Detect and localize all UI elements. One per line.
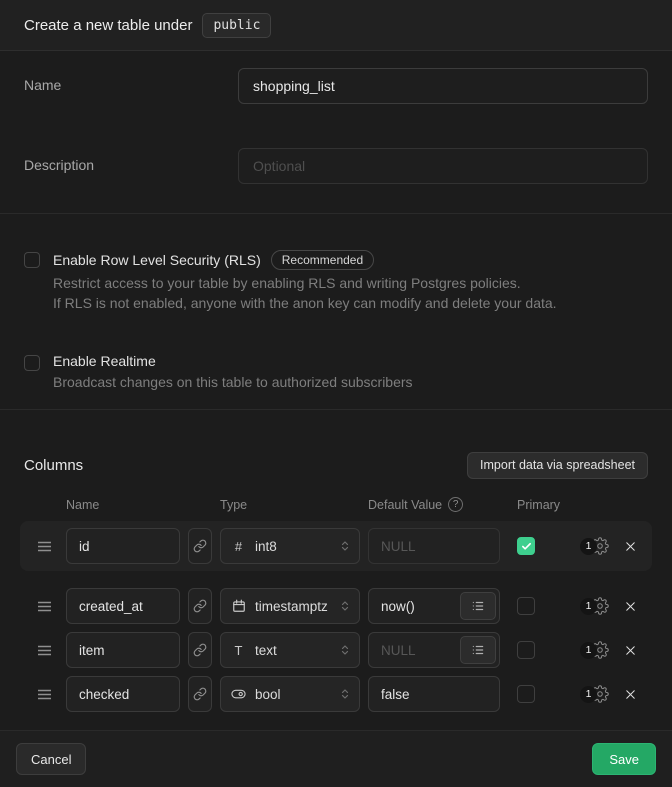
header-name: Name [66, 498, 180, 512]
column-settings[interactable]: 1 [580, 641, 609, 659]
remove-column-button[interactable] [623, 599, 638, 614]
settings-count-badge: 1 [580, 598, 597, 615]
chevron-updown-icon [339, 644, 351, 656]
link-icon [193, 643, 207, 657]
list-icon [471, 643, 485, 657]
column-settings[interactable]: 1 [580, 685, 609, 703]
drag-handle-icon[interactable] [34, 601, 54, 612]
foreign-key-link-button[interactable] [188, 528, 212, 564]
default-value-suggestions-button[interactable] [460, 592, 496, 620]
realtime-option-body: Enable Realtime Broadcast changes on thi… [53, 353, 413, 392]
close-icon [623, 599, 638, 614]
columns-grid: Name Type Default Value ? Primary [20, 498, 652, 712]
name-field-row: Name [24, 68, 648, 104]
column-type-select[interactable]: timestamptz [220, 588, 360, 624]
column-row-item: T text 1 [20, 632, 652, 668]
columns-section: Columns Import data via spreadsheet Name… [0, 410, 672, 731]
link-icon [193, 687, 207, 701]
default-value-input[interactable] [368, 528, 500, 564]
table-name-input[interactable] [238, 68, 648, 104]
list-icon [471, 599, 485, 613]
realtime-option-row: Enable Realtime Broadcast changes on thi… [24, 353, 648, 392]
primary-checkbox[interactable] [517, 641, 535, 659]
column-type-select[interactable]: bool [220, 676, 360, 712]
column-type-select[interactable]: # int8 [220, 528, 360, 564]
close-icon [623, 643, 638, 658]
drag-handle-icon[interactable] [34, 541, 54, 552]
link-icon [193, 599, 207, 613]
check-icon [521, 541, 532, 552]
settings-count-badge: 1 [580, 642, 597, 659]
rls-description-line2: If RLS is not enabled, anyone with the a… [53, 293, 557, 313]
header-default-value: Default Value ? [368, 497, 500, 512]
rls-option-body: Enable Row Level Security (RLS) Recommen… [53, 250, 557, 313]
header-primary: Primary [517, 498, 560, 512]
dialog-title: Create a new table under [24, 17, 192, 34]
column-settings[interactable]: 1 [580, 597, 609, 615]
schema-badge: public [202, 13, 271, 38]
settings-count-badge: 1 [580, 686, 597, 703]
table-description-input[interactable] [238, 148, 648, 184]
column-row-id-card: # int8 [20, 521, 652, 571]
close-icon [623, 539, 638, 554]
cancel-button[interactable]: Cancel [16, 743, 86, 775]
column-name-input[interactable] [66, 528, 180, 564]
realtime-description: Broadcast changes on this table to autho… [53, 372, 413, 392]
remove-column-button[interactable] [623, 643, 638, 658]
rls-checkbox[interactable] [24, 252, 40, 268]
realtime-checkbox[interactable] [24, 355, 40, 371]
import-spreadsheet-button[interactable]: Import data via spreadsheet [467, 452, 648, 479]
table-options-section: Enable Row Level Security (RLS) Recommen… [0, 214, 672, 410]
rls-description-line1: Restrict access to your table by enablin… [53, 273, 557, 293]
calendar-icon [231, 599, 246, 613]
primary-checkbox[interactable] [517, 537, 535, 555]
foreign-key-link-button[interactable] [188, 632, 212, 668]
link-icon [193, 539, 207, 553]
default-value-suggestions-button[interactable] [460, 636, 496, 664]
column-row-id: # int8 [20, 521, 652, 571]
column-type-select[interactable]: T text [220, 632, 360, 668]
description-label: Description [24, 148, 238, 173]
column-settings[interactable]: 1 [580, 537, 609, 555]
columns-title: Columns [24, 457, 83, 474]
remove-column-button[interactable] [623, 539, 638, 554]
column-row-created-at: timestamptz 1 [20, 588, 652, 624]
column-name-input[interactable] [66, 588, 180, 624]
help-icon[interactable]: ? [448, 497, 463, 512]
hash-icon: # [231, 539, 246, 554]
dialog-header: Create a new table under public [0, 0, 672, 51]
close-icon [623, 687, 638, 702]
drag-handle-icon[interactable] [34, 645, 54, 656]
chevron-updown-icon [339, 688, 351, 700]
foreign-key-link-button[interactable] [188, 588, 212, 624]
name-label: Name [24, 68, 238, 93]
settings-count-badge: 1 [580, 538, 597, 555]
columns-header-row: Name Type Default Value ? Primary [20, 498, 652, 511]
text-icon: T [231, 643, 246, 658]
column-name-input[interactable] [66, 676, 180, 712]
rls-option-row: Enable Row Level Security (RLS) Recommen… [24, 250, 648, 313]
column-row-checked: bool 1 [20, 676, 652, 712]
save-button[interactable]: Save [592, 743, 656, 775]
chevron-updown-icon [339, 540, 351, 552]
column-name-input[interactable] [66, 632, 180, 668]
primary-checkbox[interactable] [517, 597, 535, 615]
primary-checkbox[interactable] [517, 685, 535, 703]
create-table-dialog: Create a new table under public Name Des… [0, 0, 672, 787]
recommended-badge: Recommended [271, 250, 374, 270]
default-value-input[interactable] [368, 676, 500, 712]
rls-label: Enable Row Level Security (RLS) [53, 252, 261, 268]
drag-handle-icon[interactable] [34, 689, 54, 700]
chevron-updown-icon [339, 600, 351, 612]
description-field-row: Description [24, 148, 648, 184]
realtime-label: Enable Realtime [53, 353, 156, 369]
foreign-key-link-button[interactable] [188, 676, 212, 712]
table-info-section: Name Description [0, 51, 672, 214]
dialog-footer: Cancel Save [0, 731, 672, 787]
remove-column-button[interactable] [623, 687, 638, 702]
toggle-icon [231, 686, 246, 702]
header-type: Type [220, 498, 360, 512]
